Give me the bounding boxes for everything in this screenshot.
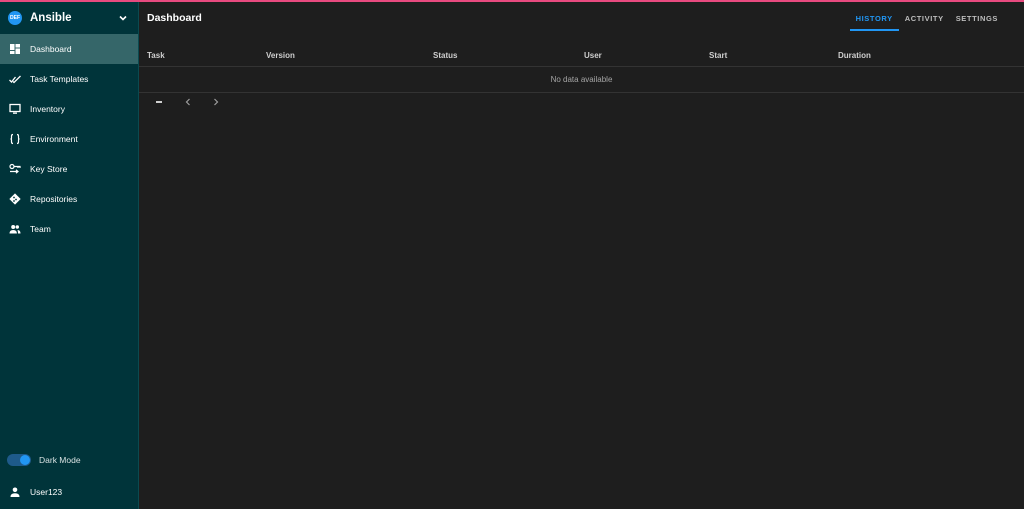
sidebar-item-label: Team bbox=[30, 224, 51, 234]
account-multiple-icon bbox=[9, 223, 21, 235]
sidebar-item-inventory[interactable]: Inventory bbox=[0, 94, 138, 124]
pagination bbox=[139, 93, 1024, 111]
column-header-start[interactable]: Start bbox=[709, 34, 838, 67]
user-name: User123 bbox=[30, 487, 63, 497]
project-name: Ansible bbox=[30, 12, 72, 24]
main-header: Dashboard HISTORY ACTIVITY SETTINGS bbox=[139, 2, 1024, 34]
sidebar-item-team[interactable]: Team bbox=[0, 214, 138, 244]
column-header-duration[interactable]: Duration bbox=[838, 34, 1024, 67]
previous-page-button[interactable] bbox=[184, 97, 192, 107]
column-header-user[interactable]: User bbox=[584, 34, 709, 67]
account-icon bbox=[9, 486, 21, 498]
tab-activity[interactable]: ACTIVITY bbox=[899, 2, 950, 34]
sidebar: DEF Ansible Dashboard Task Templates Inv… bbox=[0, 2, 139, 509]
history-table: Task Version Status User Start Duration … bbox=[139, 34, 1024, 93]
table-row: No data available bbox=[139, 66, 1024, 93]
empty-state-text: No data available bbox=[139, 66, 1024, 93]
dark-mode-toggle[interactable] bbox=[7, 454, 31, 466]
column-header-status[interactable]: Status bbox=[433, 34, 584, 67]
user-menu[interactable]: User123 bbox=[0, 475, 138, 509]
check-all-icon bbox=[9, 73, 21, 85]
dashboard-icon bbox=[9, 43, 21, 55]
project-selector[interactable]: DEF Ansible bbox=[0, 2, 138, 34]
sidebar-item-repositories[interactable]: Repositories bbox=[0, 184, 138, 214]
sidebar-item-label: Repositories bbox=[30, 194, 78, 204]
sidebar-item-task-templates[interactable]: Task Templates bbox=[0, 64, 138, 94]
dark-mode-row: Dark Mode bbox=[0, 445, 138, 475]
sidebar-item-label: Task Templates bbox=[30, 74, 89, 84]
project-logo: DEF bbox=[8, 11, 22, 25]
page-title: Dashboard bbox=[147, 12, 202, 24]
sidebar-item-key-store[interactable]: Key Store bbox=[0, 154, 138, 184]
column-header-version[interactable]: Version bbox=[266, 34, 433, 67]
git-icon bbox=[9, 193, 21, 205]
tab-bar: HISTORY ACTIVITY SETTINGS bbox=[849, 2, 1004, 34]
tab-settings[interactable]: SETTINGS bbox=[950, 2, 1004, 34]
dark-mode-label: Dark Mode bbox=[39, 455, 81, 465]
chevron-right-icon bbox=[214, 98, 219, 105]
main-content: Dashboard HISTORY ACTIVITY SETTINGS Task… bbox=[139, 2, 1024, 509]
sidebar-item-environment[interactable]: Environment bbox=[0, 124, 138, 154]
toggle-knob bbox=[20, 455, 30, 465]
key-change-icon bbox=[9, 163, 21, 175]
column-header-task[interactable]: Task bbox=[139, 34, 266, 67]
tab-history[interactable]: HISTORY bbox=[849, 2, 899, 34]
table-header-row: Task Version Status User Start Duration bbox=[139, 34, 1024, 67]
sidebar-item-label: Key Store bbox=[30, 164, 68, 174]
braces-icon bbox=[9, 133, 21, 145]
sidebar-item-label: Dashboard bbox=[30, 44, 72, 54]
chevron-down-icon bbox=[119, 15, 127, 21]
sidebar-item-label: Inventory bbox=[30, 104, 65, 114]
next-page-button[interactable] bbox=[212, 97, 220, 107]
monitor-icon bbox=[9, 103, 21, 115]
rows-per-page-dash bbox=[156, 100, 162, 103]
chevron-left-icon bbox=[185, 98, 190, 105]
sidebar-item-label: Environment bbox=[30, 134, 78, 144]
sidebar-item-dashboard[interactable]: Dashboard bbox=[0, 34, 138, 64]
